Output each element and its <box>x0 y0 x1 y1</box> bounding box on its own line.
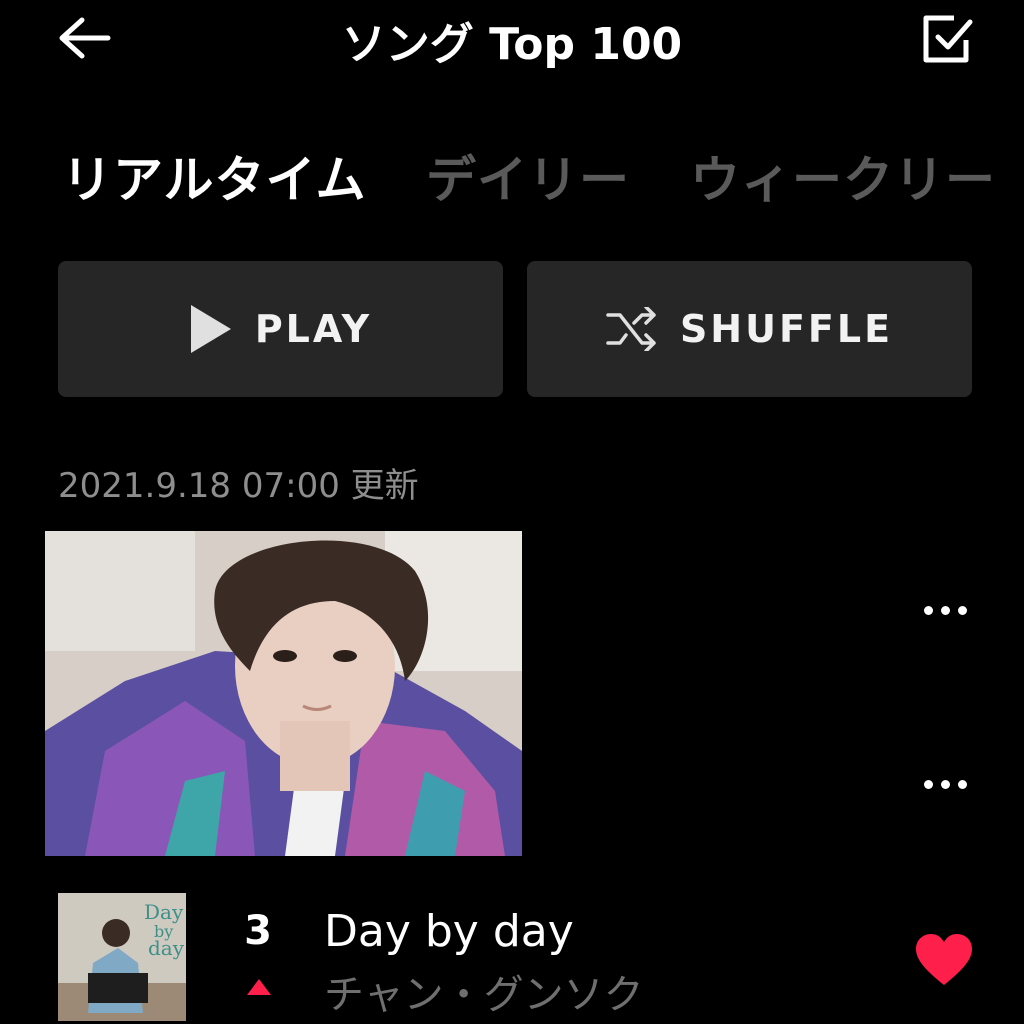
more-dot-icon <box>957 779 967 789</box>
updated-timestamp: 2021.9.18 07:00 更新 <box>58 466 419 506</box>
play-label: PLAY <box>254 307 373 351</box>
artist-photo-art <box>45 531 522 856</box>
song-title[interactable]: Day by day <box>324 906 574 957</box>
chart-rank: 3 <box>244 908 272 954</box>
shuffle-label: SHUFFLE <box>679 307 894 351</box>
select-mode-button[interactable] <box>916 6 980 70</box>
rank-up-icon <box>246 978 272 1000</box>
more-dot-icon <box>923 779 933 789</box>
page-title: ソング Top 100 <box>341 19 683 70</box>
album-art-text: day <box>148 936 185 960</box>
more-dot-icon <box>940 779 950 789</box>
like-button[interactable] <box>908 928 980 992</box>
shuffle-icon <box>606 307 656 351</box>
play-icon <box>190 305 231 353</box>
tab-daily[interactable]: デイリー <box>426 140 630 212</box>
album-art: Day by day <box>58 893 186 1021</box>
more-dot-icon <box>957 605 967 615</box>
album-art-text: Day <box>144 900 184 924</box>
shuffle-button[interactable]: SHUFFLE <box>527 261 972 397</box>
more-options-button[interactable] <box>910 590 980 630</box>
tab-realtime[interactable]: リアルタイム <box>62 140 367 212</box>
heart-icon <box>916 934 972 985</box>
tab-weekly[interactable]: ウィークリー <box>690 140 996 212</box>
play-button[interactable]: PLAY <box>58 261 503 397</box>
artist-photo[interactable] <box>45 531 522 856</box>
more-options-button[interactable] <box>910 764 980 804</box>
more-dot-icon <box>940 605 950 615</box>
more-dot-icon <box>923 605 933 615</box>
album-thumbnail[interactable]: Day by day <box>58 893 186 1021</box>
artist-name[interactable]: チャン・グンソク <box>324 962 644 1020</box>
checkbox-check-icon <box>923 15 973 63</box>
